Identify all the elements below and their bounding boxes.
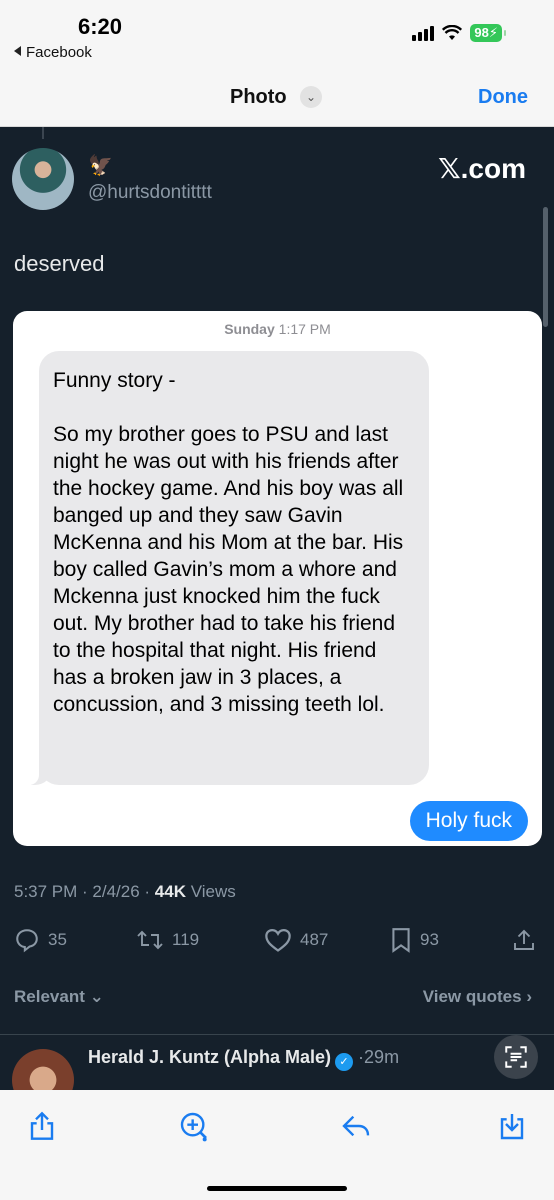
relevant-label: Relevant [14, 987, 85, 1006]
post-text: deserved [14, 251, 105, 276]
signal-icon [412, 25, 435, 41]
wifi-icon [442, 25, 463, 40]
status-indicators: 98⚡ [412, 24, 506, 42]
share-icon [514, 929, 534, 950]
back-triangle-icon [14, 46, 21, 56]
repost-count: 119 [172, 930, 200, 949]
brand-domain: com [468, 153, 526, 184]
x-logo-icon: 𝕏 [438, 152, 461, 185]
chevron-down-icon: ⌄ [89, 987, 104, 1006]
verified-icon: ✓ [335, 1053, 354, 1071]
reply-time: ·29m [358, 1047, 400, 1067]
repost-action[interactable]: 119 [136, 927, 199, 953]
chevron-down-icon[interactable]: ⌄ [300, 86, 322, 108]
incoming-message-text: Funny story - So my brother goes to PSU … [53, 369, 404, 716]
messages-screenshot: Sunday 1:17 PM Funny story - So my broth… [13, 311, 542, 846]
sort-relevant-dropdown[interactable]: Relevant ⌄ [14, 987, 104, 1007]
markup-icon[interactable] [178, 1110, 210, 1142]
scrollbar[interactable] [543, 207, 548, 327]
thread-line [42, 127, 44, 139]
outgoing-message-bubble: Holy fuck [409, 801, 528, 841]
x-brand-logo: 𝕏.com [438, 152, 526, 185]
reply-count: 35 [48, 930, 67, 949]
photo-viewer-header: 6:20 Facebook 98⚡ Photo ⌄ Done [0, 0, 554, 127]
reply-author-name: Herald J. Kuntz (Alpha Male) [88, 1047, 332, 1067]
post-image: 🦅 @hurtsdontitttt 𝕏.com deserved Sunday … [0, 127, 554, 1111]
scan-text-icon [505, 1046, 527, 1068]
page-title: Photo [230, 86, 287, 108]
view-quotes-label: View quotes [422, 987, 522, 1006]
repost-icon [137, 930, 163, 950]
bookmark-icon [392, 928, 410, 953]
avatar[interactable] [12, 148, 74, 210]
post-timestamp: 5:37 PM · 2/4/26 · [14, 882, 155, 901]
views-label: Views [185, 882, 236, 901]
photo-toolbar [0, 1090, 554, 1200]
bookmark-count: 93 [420, 930, 439, 949]
post-actions: 35 119 487 93 [14, 927, 540, 957]
battery-level: 98 [474, 25, 489, 40]
share-action[interactable] [512, 927, 536, 953]
done-button[interactable]: Done [478, 86, 528, 109]
message-day: Sunday [224, 321, 275, 337]
battery-icon: 98⚡ [470, 24, 506, 42]
incoming-message-bubble: Funny story - So my brother goes to PSU … [29, 351, 429, 785]
status-time: 6:20 [78, 14, 123, 39]
like-icon [265, 928, 291, 952]
share-out-icon[interactable] [26, 1110, 58, 1142]
eagle-icon: 🦅 [88, 155, 113, 177]
view-quotes-link[interactable]: View quotes › [423, 987, 532, 1007]
post-metadata: 5:37 PM · 2/4/26 · 44K Views [14, 882, 236, 902]
reply-arrow-icon[interactable] [340, 1110, 372, 1142]
user-handle[interactable]: @hurtsdontitttt [88, 182, 212, 204]
views-count: 44K [154, 882, 186, 901]
reply-action[interactable]: 35 [14, 927, 67, 953]
back-app-label: Facebook [26, 44, 92, 61]
message-time: 1:17 PM [278, 321, 331, 337]
save-icon[interactable] [496, 1110, 528, 1142]
scan-text-button[interactable] [494, 1035, 538, 1079]
reply-author[interactable]: Herald J. Kuntz (Alpha Male) ✓ ·29m [88, 1047, 399, 1071]
like-action[interactable]: 487 [264, 927, 328, 953]
home-indicator[interactable] [207, 1186, 347, 1191]
back-to-app-link[interactable]: Facebook [14, 44, 92, 61]
like-count: 487 [300, 930, 329, 949]
chevron-right-icon: › [526, 987, 532, 1006]
bookmark-action[interactable]: 93 [390, 927, 439, 953]
divider [0, 1034, 554, 1035]
reply-icon [16, 929, 38, 953]
message-date: Sunday 1:17 PM [13, 321, 542, 337]
